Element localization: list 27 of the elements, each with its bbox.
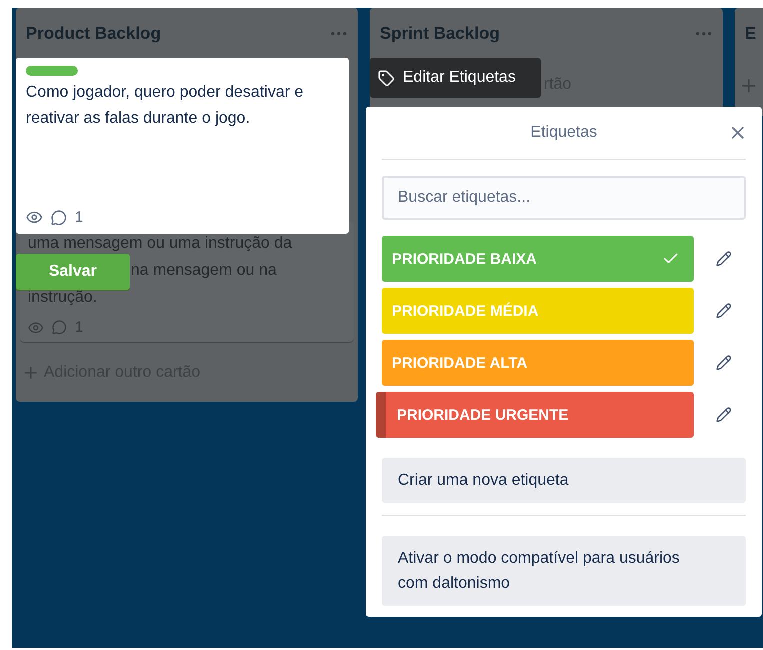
plus-icon bbox=[22, 364, 40, 382]
card-text-field[interactable]: Como jogador, quero poder desativar e reativar as falas durante o jogo. bbox=[26, 80, 323, 132]
colorblind-mode-button[interactable]: Ativar o modo compatível para usuários com daltonismo bbox=[382, 536, 746, 606]
card-text: uma mensagem ou uma instrução da bbox=[28, 234, 292, 254]
list-title: E bbox=[745, 24, 756, 44]
card-text: na mensagem ou na bbox=[131, 261, 277, 281]
save-button[interactable]: Salvar bbox=[16, 254, 130, 290]
search-field[interactable]: Buscar etiquetas... bbox=[382, 176, 746, 220]
tag-icon bbox=[378, 70, 395, 86]
popover-title: Etiquetas bbox=[530, 124, 598, 142]
eye-icon bbox=[26, 209, 43, 226]
label-chip[interactable]: PRIORIDADE BAIXA bbox=[382, 236, 694, 282]
label-chip[interactable]: PRIORIDADE URGENTE bbox=[376, 392, 694, 438]
card-text: instrução. bbox=[28, 288, 98, 308]
label-chip[interactable]: PRIORIDADE MÉDIA bbox=[382, 288, 694, 334]
edit-labels-tooltip[interactable]: Editar Etiquetas bbox=[370, 58, 541, 98]
label-chip[interactable]: PRIORIDADE ALTA bbox=[382, 340, 694, 386]
pencil-icon[interactable] bbox=[716, 251, 732, 267]
pencil-icon[interactable] bbox=[716, 355, 732, 371]
list-title: Sprint Backlog bbox=[380, 24, 500, 44]
eye-icon bbox=[28, 320, 44, 336]
comment-icon bbox=[52, 320, 67, 335]
comment-icon bbox=[51, 210, 67, 226]
create-label-button[interactable]: Criar uma nova etiqueta bbox=[382, 458, 746, 503]
list-title: Product Backlog bbox=[26, 24, 162, 44]
pencil-icon[interactable] bbox=[716, 303, 732, 319]
pencil-icon[interactable] bbox=[716, 407, 732, 423]
